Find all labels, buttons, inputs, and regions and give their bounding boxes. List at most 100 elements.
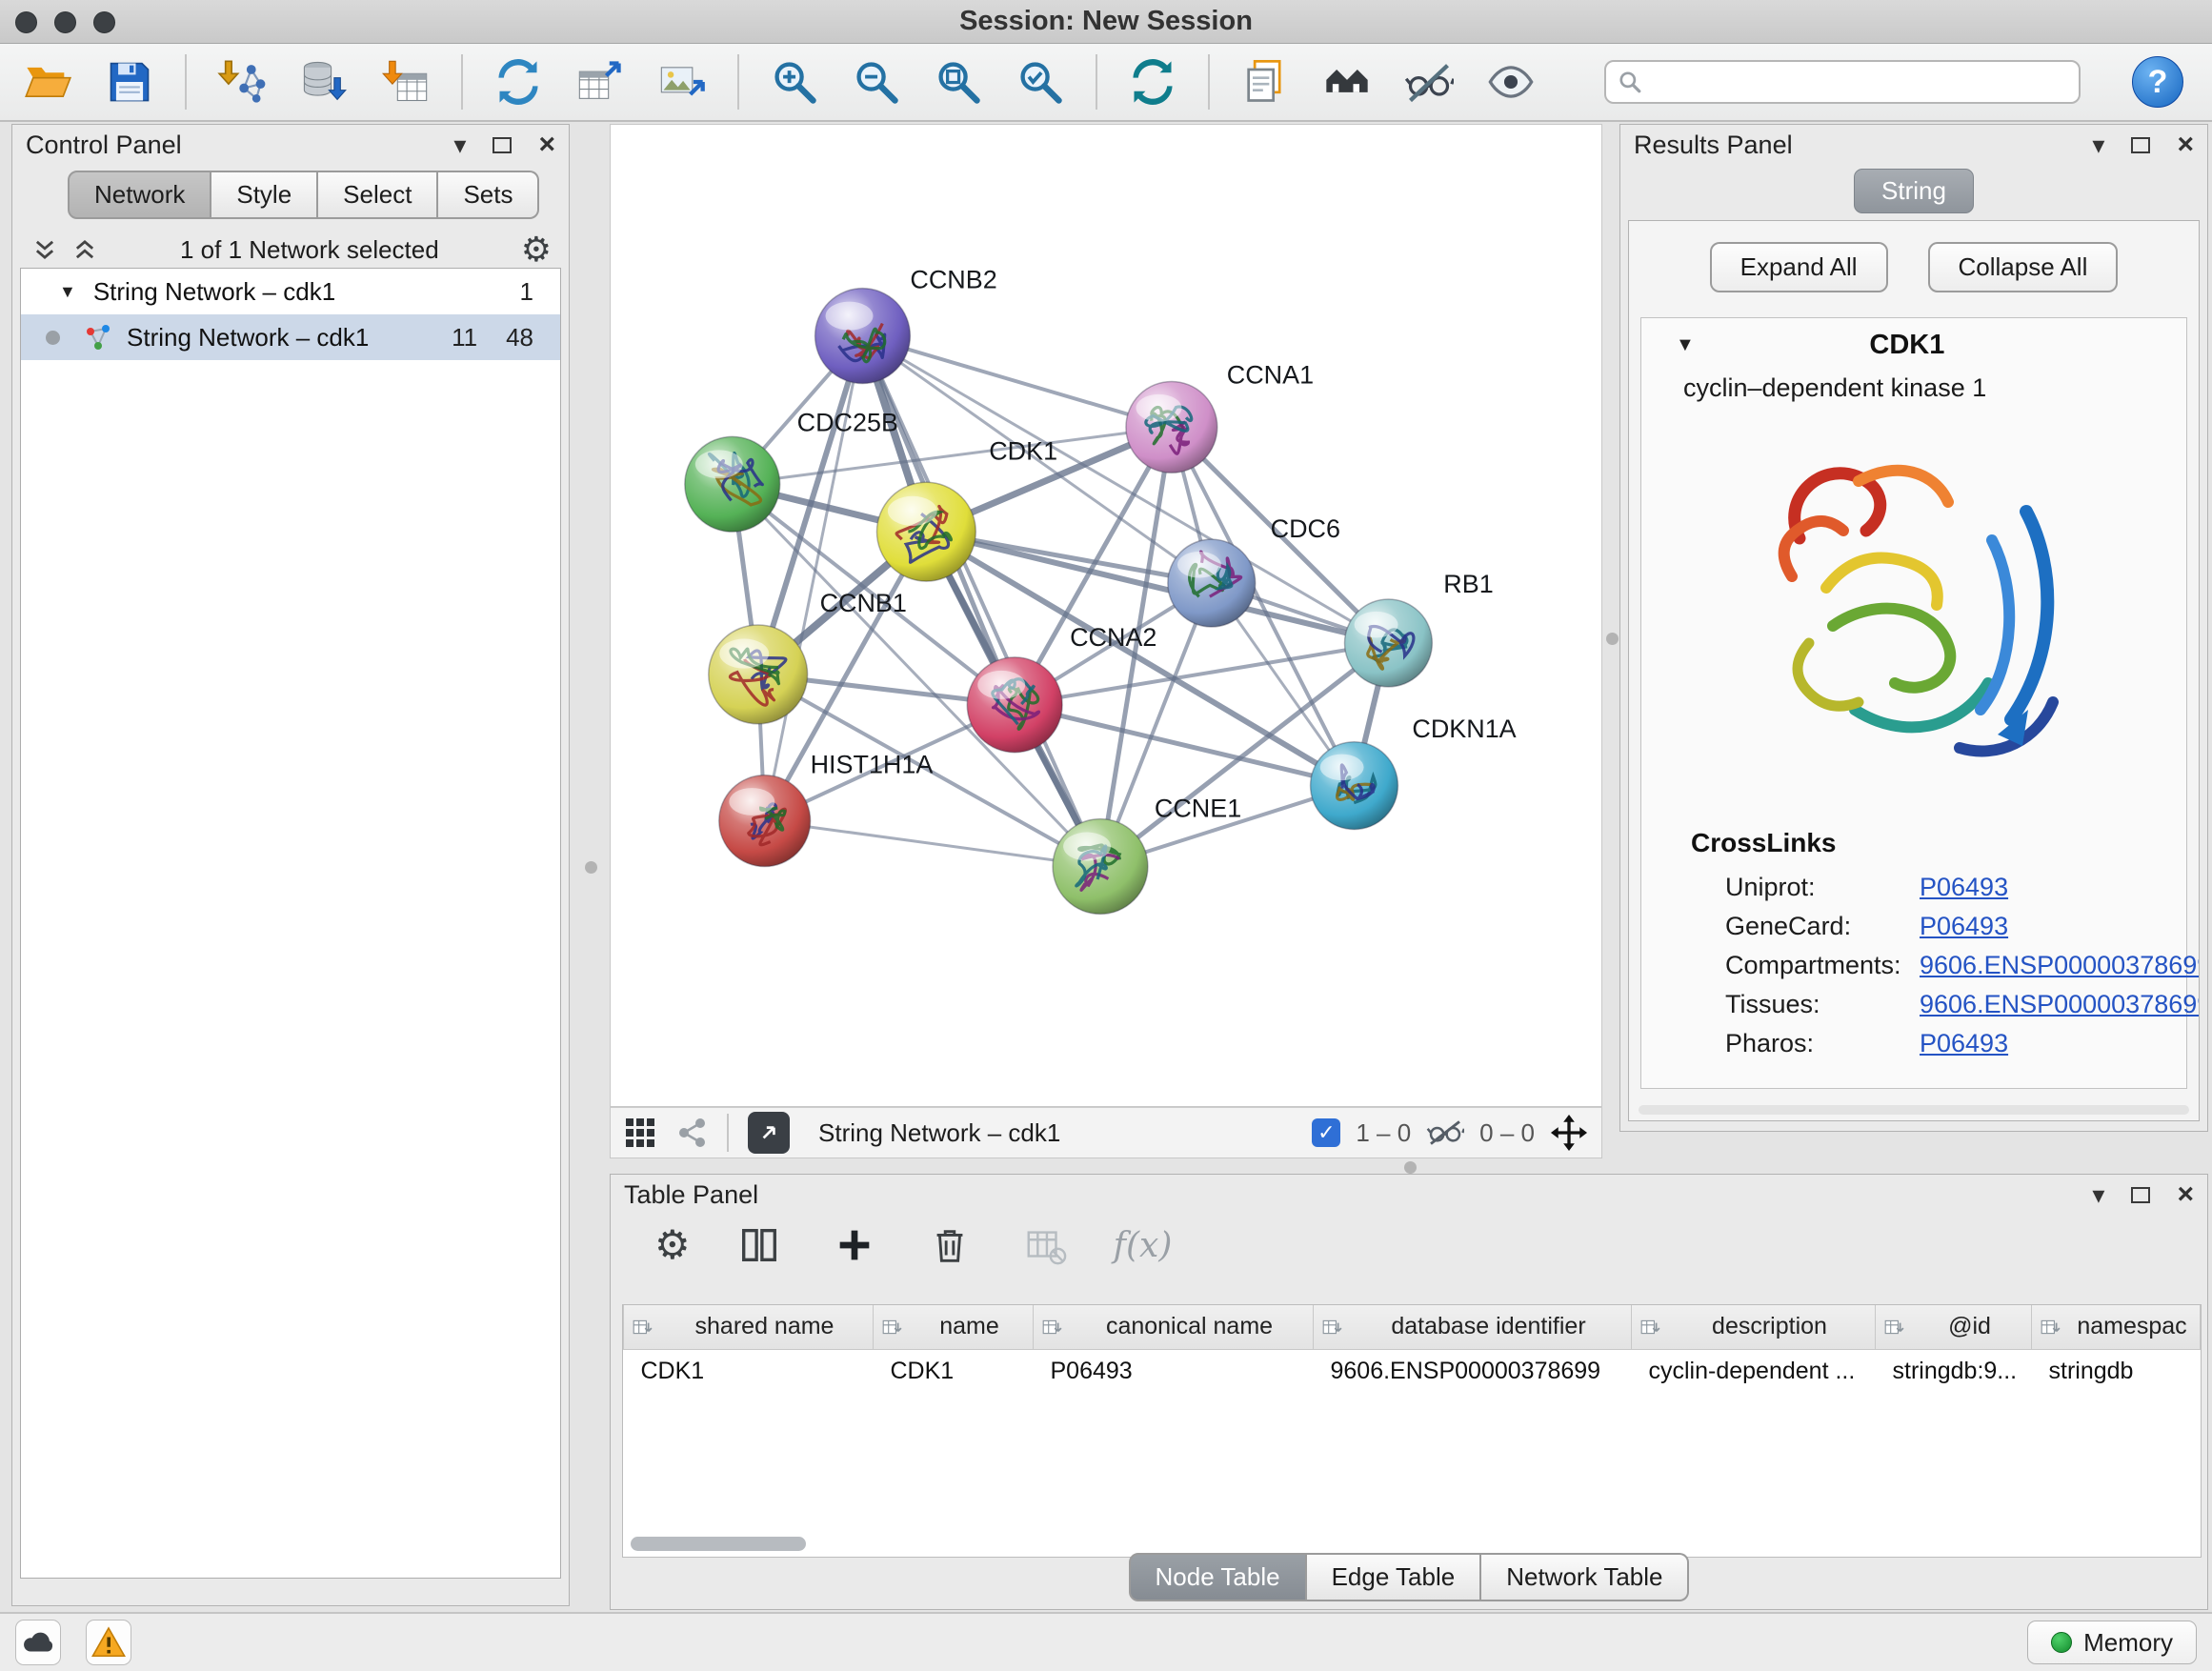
column-header[interactable]: database identifier: [1314, 1305, 1632, 1349]
cell-name[interactable]: CDK1: [874, 1349, 1034, 1393]
close-panel-icon[interactable]: ×: [538, 131, 555, 159]
search-field[interactable]: [1604, 60, 2081, 104]
close-panel-icon[interactable]: ×: [2177, 1180, 2194, 1209]
network-node-HIST1H1A[interactable]: [719, 775, 811, 867]
tab-network-table[interactable]: Network Table: [1481, 1553, 1689, 1601]
panel-menu-icon[interactable]: ▾: [453, 132, 466, 157]
node-table[interactable]: shared name name canonical name database…: [622, 1304, 2202, 1558]
clone-network-button[interactable]: [1238, 55, 1292, 109]
splitter-handle[interactable]: [585, 861, 597, 874]
zoom-out-button[interactable]: [850, 55, 903, 109]
gear-icon[interactable]: ⚙: [521, 232, 552, 267]
network-node-CCNA2[interactable]: [967, 657, 1062, 753]
network-node-CDKN1A[interactable]: [1311, 742, 1398, 830]
memory-button[interactable]: Memory: [2027, 1621, 2197, 1664]
network-node-CCNB1[interactable]: [709, 625, 808, 724]
crosslink-link[interactable]: 9606.ENSP00000378699: [1920, 990, 2200, 1019]
tab-style[interactable]: Style: [211, 171, 318, 219]
apply-layout-button[interactable]: [492, 55, 545, 109]
table-settings-gear-icon[interactable]: ⚙: [654, 1225, 691, 1265]
delete-column-button[interactable]: [923, 1218, 976, 1272]
warnings-button[interactable]: [86, 1620, 131, 1665]
grid-view-icon[interactable]: [624, 1117, 656, 1149]
splitter-handle[interactable]: [1404, 1161, 1417, 1174]
show-hidden-button[interactable]: [1484, 55, 1538, 109]
collapse-all-icon[interactable]: [31, 236, 58, 263]
pan-crosshair-icon[interactable]: [1550, 1114, 1588, 1152]
tab-edge-table[interactable]: Edge Table: [1307, 1553, 1482, 1601]
close-window-button[interactable]: [15, 11, 37, 33]
add-column-button[interactable]: [828, 1218, 881, 1272]
float-panel-icon[interactable]: [2131, 1187, 2150, 1203]
network-node-CCNB2[interactable]: [815, 289, 911, 384]
section-disclosure-icon[interactable]: ▼: [1641, 334, 1695, 356]
network-node-CDC6[interactable]: [1168, 539, 1256, 627]
network-graph[interactable]: CCNB2CCNA1CDC25BCDK1CDC6RB1CCNB1CCNA2CDK…: [611, 125, 1601, 1106]
network-edge[interactable]: [926, 532, 1388, 643]
zoom-in-button[interactable]: [768, 55, 821, 109]
expand-all-button[interactable]: Expand All: [1710, 242, 1888, 292]
network-canvas[interactable]: CCNB2CCNA1CDC25BCDK1CDC6RB1CCNB1CCNA2CDK…: [610, 124, 1602, 1107]
collapse-all-button[interactable]: Collapse All: [1928, 242, 2119, 292]
selected-checkbox-icon[interactable]: ✓: [1312, 1118, 1340, 1147]
share-network-icon[interactable]: [675, 1117, 708, 1149]
column-header[interactable]: shared name: [624, 1305, 874, 1349]
cell-id[interactable]: stringdb:9...: [1876, 1349, 2032, 1393]
tab-node-table[interactable]: Node Table: [1129, 1553, 1307, 1601]
disclosure-triangle-icon[interactable]: ▼: [59, 282, 76, 302]
cell-canonical-name[interactable]: P06493: [1034, 1349, 1314, 1393]
panel-menu-icon[interactable]: ▾: [2092, 132, 2104, 157]
panel-menu-icon[interactable]: ▾: [2092, 1182, 2104, 1207]
expand-all-icon[interactable]: [71, 236, 98, 263]
float-panel-icon[interactable]: [2131, 137, 2150, 153]
birdseye-view-button[interactable]: [1320, 55, 1374, 109]
column-header[interactable]: description: [1632, 1305, 1876, 1349]
network-edge[interactable]: [1015, 705, 1354, 786]
network-node-CDC25B[interactable]: [685, 436, 780, 532]
open-in-window-button[interactable]: [748, 1112, 790, 1154]
crosslink-link[interactable]: P06493: [1920, 873, 2008, 902]
hidden-glasses-icon[interactable]: [1426, 1118, 1464, 1147]
crosslink-link[interactable]: P06493: [1920, 1029, 2008, 1058]
zoom-selected-button[interactable]: [1014, 55, 1067, 109]
help-button[interactable]: ?: [2132, 56, 2183, 108]
network-node-RB1[interactable]: [1345, 599, 1433, 687]
tab-select[interactable]: Select: [318, 171, 438, 219]
cell-namespace[interactable]: stringdb: [2032, 1349, 2201, 1393]
horizontal-scrollbar[interactable]: [631, 1537, 806, 1551]
hide-selected-button[interactable]: [1402, 55, 1456, 109]
tab-string[interactable]: String: [1854, 169, 1974, 213]
search-input[interactable]: [1652, 68, 2067, 97]
show-columns-button[interactable]: [733, 1218, 786, 1272]
cell-shared-name[interactable]: CDK1: [624, 1349, 874, 1393]
open-session-button[interactable]: [21, 55, 74, 109]
column-header[interactable]: name: [874, 1305, 1034, 1349]
column-header[interactable]: @id: [1876, 1305, 2032, 1349]
network-row-selected[interactable]: String Network – cdk1 11 48: [21, 314, 560, 360]
import-table-button[interactable]: [379, 55, 432, 109]
splitter-handle[interactable]: [1606, 633, 1619, 645]
zoom-fit-button[interactable]: [932, 55, 985, 109]
network-collection-row[interactable]: ▼ String Network – cdk1 1: [21, 269, 560, 314]
import-network-file-button[interactable]: [215, 55, 269, 109]
close-panel-icon[interactable]: ×: [2177, 131, 2194, 159]
cloud-status-button[interactable]: [15, 1620, 61, 1665]
tab-network[interactable]: Network: [68, 171, 211, 219]
import-network-database-button[interactable]: [297, 55, 351, 109]
minimize-window-button[interactable]: [54, 11, 76, 33]
network-edge[interactable]: [862, 336, 1171, 428]
cell-description[interactable]: cyclin-dependent ...: [1632, 1349, 1876, 1393]
tab-sets[interactable]: Sets: [438, 171, 539, 219]
column-header[interactable]: namespac: [2032, 1305, 2201, 1349]
update-network-button[interactable]: [1126, 55, 1179, 109]
save-session-button[interactable]: [103, 55, 156, 109]
network-edge[interactable]: [765, 821, 1100, 867]
column-header[interactable]: canonical name: [1034, 1305, 1314, 1349]
table-row[interactable]: CDK1 CDK1 P06493 9606.ENSP00000378699 cy…: [624, 1349, 2201, 1393]
export-table-button[interactable]: [573, 55, 627, 109]
zoom-window-button[interactable]: [93, 11, 115, 33]
cell-database-identifier[interactable]: 9606.ENSP00000378699: [1314, 1349, 1632, 1393]
crosslink-link[interactable]: 9606.ENSP00000378699: [1920, 951, 2200, 980]
crosslink-link[interactable]: P06493: [1920, 912, 2008, 941]
network-node-CDK1[interactable]: [876, 482, 975, 581]
